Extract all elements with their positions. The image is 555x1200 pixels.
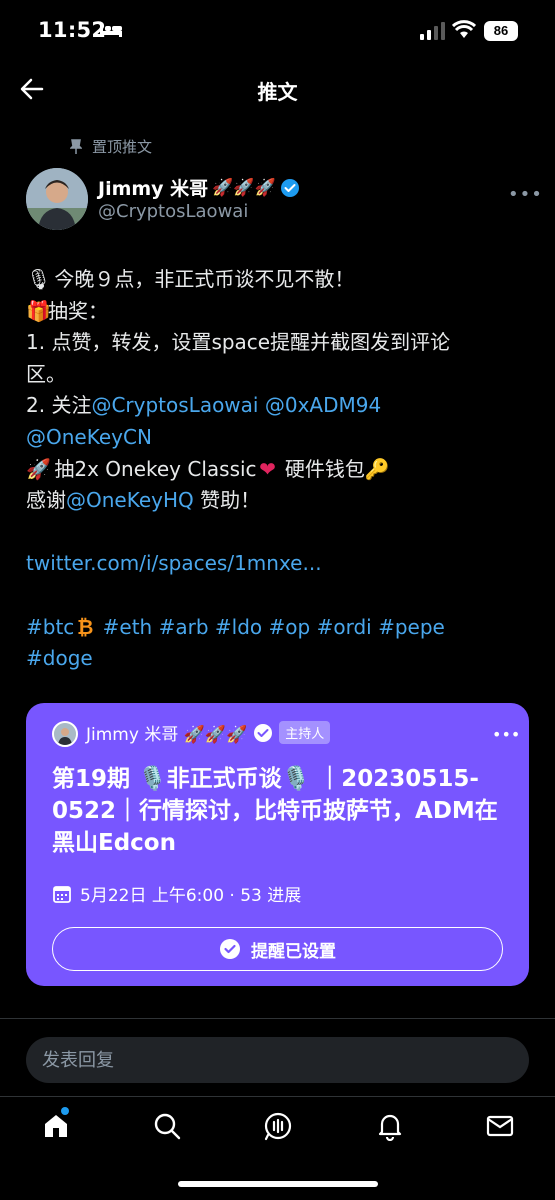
more-icon[interactable]: ••• [492, 725, 520, 744]
author-emojis: 🚀🚀🚀 [212, 177, 276, 198]
gift-icon: 🎁 [26, 298, 51, 323]
tab-bar [0, 1096, 555, 1200]
status-bar: 11:52 86 [0, 0, 555, 62]
space-card[interactable]: Jimmy 米哥 🚀🚀🚀 主持人 ••• 第19期 🎙️非正式币谈🎙️ ｜202… [26, 703, 529, 986]
hashtag-line: #doge [26, 643, 526, 675]
calendar-icon [53, 885, 71, 903]
space-title: 第19期 🎙️非正式币谈🎙️ ｜20230515-0522｜行情探讨，比特币披萨… [52, 766, 498, 856]
bell-icon [378, 1114, 402, 1142]
check-circle-icon [220, 939, 240, 959]
tweet-line: twitter.com/i/spaces/1mnxe... [26, 548, 526, 580]
search-icon [154, 1113, 181, 1140]
hashtag-link[interactable]: #ordi [317, 615, 372, 639]
space-meta: 5月22日 上午6:00 · 53 进展 [52, 881, 301, 906]
tweet-line: 区。 [26, 361, 66, 386]
verified-icon [280, 178, 299, 197]
wifi-icon [452, 20, 476, 38]
reminder-button[interactable]: 提醒已设置 [52, 927, 503, 971]
space-url-link[interactable]: twitter.com/i/spaces/1mnxe... [26, 551, 322, 575]
hashtag-link[interactable]: #btc [26, 615, 74, 639]
home-indicator [178, 1181, 378, 1187]
spaces-icon [264, 1112, 292, 1141]
hashtag-link[interactable]: #pepe [378, 615, 445, 639]
signal-icon [420, 22, 445, 40]
pin-icon [70, 138, 82, 154]
verified-icon [254, 723, 273, 742]
status-time: 11:52 [38, 18, 107, 42]
mention-link[interactable]: @CryptosLaowai [91, 393, 258, 417]
reminder-label: 提醒已设置 [251, 941, 336, 962]
notification-dot [61, 1107, 69, 1115]
tweet-text: 🎙 今晚９点，非正式币谈不见不散！ 🎁抽奖： 1. 点赞，转发，设置space提… [26, 264, 526, 675]
tweet-line: @OneKeyCN [26, 422, 526, 454]
reply-bar [0, 1018, 555, 1096]
tab-home[interactable] [41, 1107, 71, 1141]
tweet-line: 感谢@OneKeyHQ 赞助！ [26, 488, 261, 513]
hashtag-line: #btc ₿ #eth #arb #ldo #op #ordi #pepe [26, 612, 526, 644]
hashtag-link[interactable]: #doge [26, 646, 93, 670]
space-meta-text: 5月22日 上午6:00 · 53 进展 [80, 886, 302, 906]
reply-input[interactable] [26, 1037, 529, 1083]
mail-icon [486, 1115, 514, 1137]
mention-link[interactable]: @OneKeyHQ [66, 488, 194, 512]
rocket-icon: 🚀 [26, 456, 51, 481]
page-title: 推文 [257, 80, 298, 104]
space-host-name: Jimmy 米哥 🚀🚀🚀 [86, 725, 248, 745]
hashtag-link[interactable]: #arb [159, 615, 209, 639]
tab-search[interactable] [152, 1111, 182, 1141]
tweet-line: 2. 关注@CryptosLaowai @0xADM94 [26, 393, 382, 418]
heart-icon: ❤ [259, 456, 276, 481]
microphone-icon: 🎙 [26, 267, 52, 291]
key-icon: 🔑 [364, 456, 390, 481]
pinned-label: 置顶推文 [70, 136, 152, 157]
battery-indicator: 86 [484, 21, 518, 41]
hashtag-link[interactable]: #op [269, 615, 311, 639]
tweet-line: 🎁抽奖： [26, 296, 526, 328]
tab-spaces[interactable] [263, 1111, 293, 1141]
tweet-line: 1. 点赞，转发，设置space提醒并截图发到评论 [26, 330, 451, 355]
tweet-line: 🎙 今晚９点，非正式币谈不见不散！ [26, 264, 526, 296]
hashtag-link[interactable]: #ldo [215, 615, 262, 639]
author-name-text: Jimmy 米哥 [98, 178, 209, 200]
author-handle[interactable]: @CryptosLaowai [98, 201, 248, 222]
tweet-line: 🚀 抽2x Onekey Classic ❤ 硬件钱包🔑 [26, 454, 526, 486]
tab-messages[interactable] [485, 1111, 515, 1141]
tab-notifications[interactable] [375, 1111, 405, 1142]
mention-link[interactable]: @0xADM94 [265, 393, 381, 417]
home-icon [45, 1115, 67, 1137]
author-name[interactable]: Jimmy 米哥 🚀🚀🚀 [98, 174, 300, 201]
space-host: Jimmy 米哥 🚀🚀🚀 主持人 [86, 720, 331, 745]
nav-bar: 推文 [0, 62, 555, 118]
pinned-text: 置顶推文 [92, 138, 153, 156]
sleep-icon [100, 25, 122, 37]
bitcoin-icon: ₿ [77, 614, 94, 639]
more-icon[interactable]: ••• [508, 184, 543, 205]
host-badge: 主持人 [279, 721, 331, 744]
mention-link[interactable]: @OneKeyCN [26, 425, 152, 449]
hashtag-link[interactable]: #eth [103, 615, 153, 639]
avatar[interactable] [26, 168, 88, 230]
tweet: 置顶推文 Jimmy 米哥 🚀🚀🚀 @CryptosLaowai ••• 🎙 今… [0, 118, 555, 1018]
space-host-avatar [52, 721, 78, 747]
